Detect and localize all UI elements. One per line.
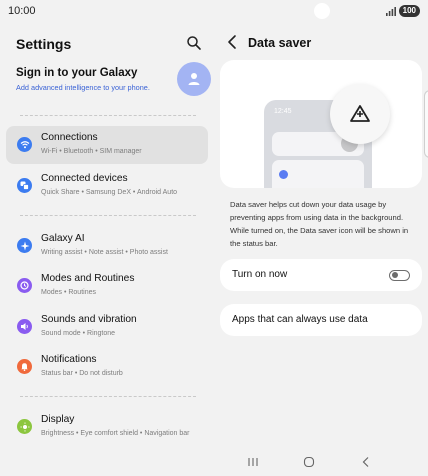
menu-item-notifications[interactable]: Notifications Status bar • Do not distur… — [6, 348, 208, 386]
toggle-knob — [391, 272, 398, 278]
phone-time: 12:45 — [274, 108, 292, 115]
back-arrow-icon[interactable] — [226, 34, 240, 50]
page-title: Data saver — [248, 36, 312, 50]
menu-sublabel: Brightness • Eye comfort shield • Naviga… — [41, 430, 190, 437]
menu-sublabel: Wi-Fi • Bluetooth • SIM manager — [41, 148, 142, 155]
menu-label: Display — [41, 414, 75, 425]
settings-pane: Settings Sign in to your Galaxy Add adva… — [0, 22, 214, 476]
data-saver-toggle[interactable] — [389, 270, 410, 281]
menu-label: Connected devices — [41, 173, 128, 184]
search-icon[interactable] — [186, 35, 202, 51]
status-bar: 10:00 100 — [0, 0, 428, 22]
modes-routines-icon — [17, 278, 32, 293]
menu-item-galaxy-ai[interactable]: Galaxy AI Writing assist • Note assist •… — [6, 227, 208, 265]
recent-apps-icon[interactable] — [243, 454, 263, 470]
apps-always-use-data-label: Apps that can always use data — [232, 314, 368, 325]
menu-sublabel: Modes • Routines — [41, 289, 96, 296]
battery-icon: 100 — [398, 5, 420, 17]
data-saver-icon — [350, 105, 370, 122]
signal-icon — [385, 6, 396, 16]
bell-icon — [17, 359, 32, 374]
menu-item-modes-routines[interactable]: Modes and Routines Modes • Routines — [6, 267, 208, 305]
menu-label: Connections — [41, 132, 98, 143]
back-nav-icon[interactable] — [356, 454, 376, 470]
divider — [20, 215, 196, 216]
connected-devices-icon — [17, 178, 32, 193]
settings-title: Settings — [16, 36, 72, 52]
display-sun-icon — [17, 419, 32, 434]
menu-sublabel: Sound mode • Ringtone — [41, 330, 116, 337]
side-panel-handle — [424, 90, 428, 158]
divider — [20, 396, 196, 397]
divider — [20, 115, 196, 116]
menu-label: Sounds and vibration — [41, 314, 137, 325]
menu-item-display[interactable]: Display Brightness • Eye comfort shield … — [6, 408, 208, 454]
menu-sublabel: Quick Share • Samsung DeX • Android Auto — [41, 189, 178, 196]
camera-cutout — [314, 3, 330, 19]
status-time: 10:00 — [8, 5, 36, 17]
menu-item-connections[interactable]: Connections Wi-Fi • Bluetooth • SIM mana… — [6, 126, 208, 164]
menu-label: Notifications — [41, 354, 97, 365]
data-saver-pane: Data saver 12:45 Data saver helps cut do… — [214, 22, 428, 476]
status-icons: 100 — [385, 5, 420, 17]
menu-sublabel: Writing assist • Note assist • Photo ass… — [41, 249, 168, 256]
home-icon[interactable] — [299, 454, 319, 470]
galaxy-ai-icon — [17, 238, 32, 253]
menu-item-sounds-vibration[interactable]: Sounds and vibration Sound mode • Ringto… — [6, 308, 208, 346]
menu-label: Galaxy AI — [41, 233, 85, 244]
menu-label: Modes and Routines — [41, 273, 135, 284]
menu-sublabel: Status bar • Do not disturb — [41, 370, 123, 377]
menu-item-connected-devices[interactable]: Connected devices Quick Share • Samsung … — [6, 167, 208, 205]
account-signin[interactable]: Sign in to your Galaxy Add advanced inte… — [16, 62, 211, 102]
account-subtitle: Add advanced intelligence to your phone. — [16, 83, 150, 92]
avatar — [177, 62, 211, 96]
data-saver-description: Data saver helps cut down your data usag… — [230, 200, 409, 248]
turn-on-now-row[interactable]: Turn on now — [220, 259, 422, 291]
person-icon — [188, 73, 200, 85]
turn-on-now-label: Turn on now — [232, 269, 288, 280]
account-title: Sign in to your Galaxy — [16, 67, 138, 79]
apps-always-use-data-row[interactable]: Apps that can always use data — [220, 304, 422, 336]
data-saver-badge — [330, 84, 390, 144]
wifi-icon — [17, 137, 32, 152]
speaker-icon — [17, 319, 32, 334]
data-saver-illustration: 12:45 — [220, 60, 422, 188]
mock-card — [272, 160, 364, 188]
